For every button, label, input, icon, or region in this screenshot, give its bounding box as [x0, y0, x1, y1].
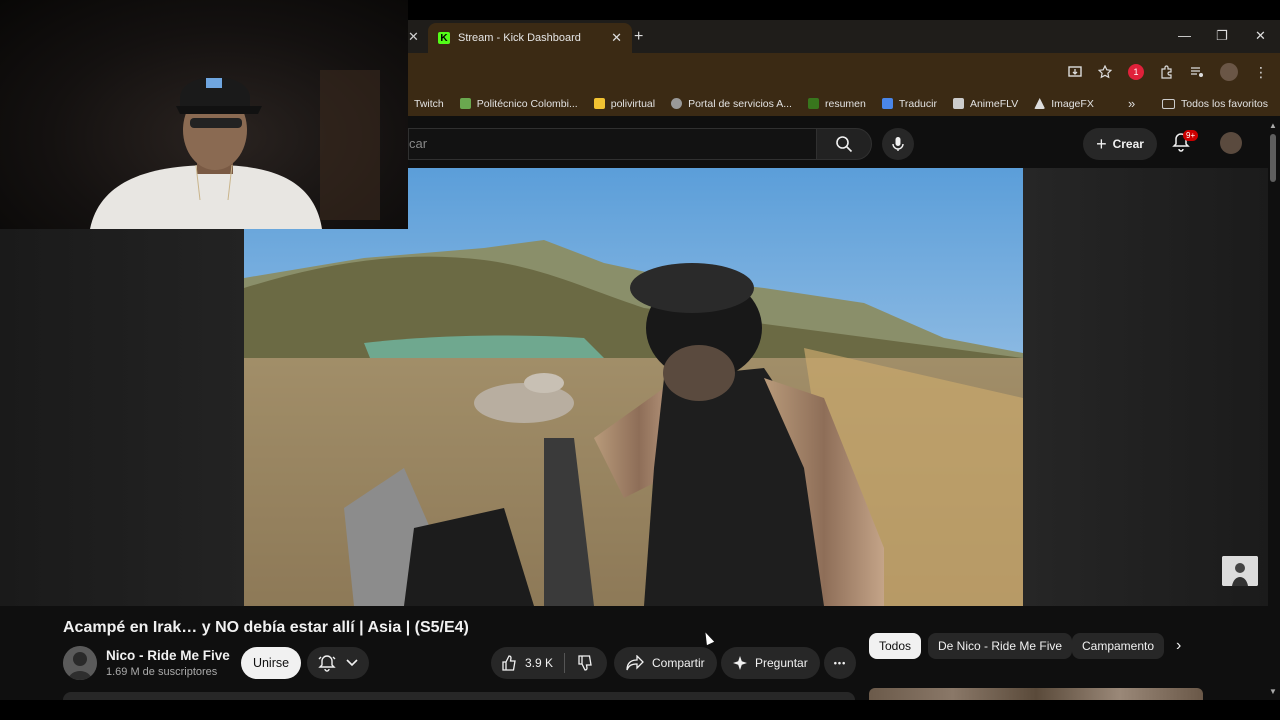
extensions-puzzle-icon[interactable]	[1160, 65, 1174, 79]
right-ambient-area	[1023, 168, 1268, 606]
search-input[interactable]: car	[408, 128, 816, 160]
extension-badge-icon[interactable]: 1	[1128, 64, 1144, 80]
video-player[interactable]	[244, 168, 1023, 606]
channel-name[interactable]: Nico - Ride Me Five	[106, 648, 230, 663]
search-button[interactable]	[816, 128, 872, 160]
video-title: Acampé en Irak… y NO debía estar allí | …	[63, 619, 469, 636]
bookmark-politecnico[interactable]: Politécnico Colombi...	[459, 98, 578, 110]
thumbnail-image	[1222, 556, 1258, 586]
mouse-cursor-icon	[701, 630, 715, 646]
prev-tab-close-icon[interactable]: ✕	[408, 20, 422, 53]
toolbar-icons: 1 ⋮	[1068, 63, 1268, 81]
page-scrollbar[interactable]	[1268, 120, 1280, 700]
scroll-down-arrow-icon[interactable]: ▼	[1269, 687, 1277, 696]
share-button[interactable]: Compartir	[614, 647, 717, 679]
ask-button[interactable]: Preguntar	[721, 647, 820, 679]
politecnico-favicon-icon	[459, 98, 471, 109]
chip-todos[interactable]: Todos	[869, 633, 922, 659]
translate-favicon-icon	[881, 98, 893, 109]
restore-button[interactable]: ❐	[1216, 28, 1228, 44]
polivirtual-favicon-icon	[593, 98, 605, 109]
account-avatar[interactable]	[1220, 132, 1242, 154]
bookmarks-bar: Twitch Politécnico Colombi... polivirtua…	[408, 91, 1280, 116]
notification-count-badge: 9+	[1183, 130, 1199, 141]
sparkle-icon	[733, 656, 747, 670]
streamer-webcam-image	[90, 70, 380, 229]
globe-icon	[671, 98, 683, 109]
animeflv-favicon-icon	[952, 98, 964, 109]
subscriber-count: 1.69 M de suscriptores	[106, 666, 218, 678]
tab-title: Stream - Kick Dashboard	[458, 32, 581, 44]
bookmark-polivirtual[interactable]: polivirtual	[593, 98, 655, 110]
menu-kebab-icon[interactable]: ⋮	[1254, 64, 1268, 81]
bookmark-twitch[interactable]: Twitch	[414, 98, 444, 110]
profile-avatar[interactable]	[1220, 63, 1238, 81]
recommended-thumbnail[interactable]	[869, 688, 1203, 700]
address-bar[interactable]: 1 ⋮	[408, 53, 1280, 91]
search-icon	[836, 136, 853, 153]
install-app-icon[interactable]	[1068, 65, 1082, 79]
new-tab-button[interactable]: +	[634, 28, 643, 46]
bottom-black-strip	[0, 700, 1280, 720]
youtube-header: car + Crear 9+	[408, 116, 1280, 168]
chevron-down-icon	[346, 659, 358, 667]
left-ambient-area	[0, 229, 244, 606]
like-button[interactable]: 3.9 K	[491, 653, 565, 673]
like-dislike-bar: 3.9 K	[491, 647, 607, 679]
chip-de-nico[interactable]: De Nico - Ride Me Five	[928, 633, 1073, 659]
scroll-up-arrow-icon[interactable]: ▲	[1269, 121, 1277, 130]
description-box[interactable]	[63, 692, 855, 700]
bookmarks-overflow-icon[interactable]: »	[1128, 96, 1135, 111]
folder-icon	[1162, 98, 1176, 109]
chip-campamento[interactable]: Campamento	[1072, 633, 1164, 659]
thumbs-down-icon	[578, 655, 592, 671]
browser-tab-bar: ✕ K Stream - Kick Dashboard ✕ + — ❐ ✕	[408, 20, 1280, 53]
tab-kick-dashboard[interactable]: K Stream - Kick Dashboard ✕	[428, 23, 632, 53]
like-count: 3.9 K	[525, 656, 554, 670]
scrollbar-thumb[interactable]	[1270, 134, 1276, 182]
channel-avatar-image	[63, 646, 97, 680]
more-actions-button[interactable]: •••	[824, 647, 856, 679]
video-frame-image	[244, 168, 1023, 606]
bookmark-imagefx[interactable]: ImageFX	[1034, 98, 1094, 110]
bookmark-resumen[interactable]: resumen	[807, 98, 866, 110]
voice-search-button[interactable]	[882, 128, 914, 160]
imagefx-favicon-icon	[1034, 98, 1046, 109]
microphone-icon	[892, 137, 904, 151]
all-bookmarks-folder[interactable]: Todos los favoritos	[1162, 98, 1268, 110]
bookmark-animeflv[interactable]: AnimeFLV	[952, 98, 1018, 110]
bell-ring-icon	[318, 655, 336, 672]
bookmark-portal-servicios[interactable]: Portal de servicios A...	[671, 98, 792, 110]
dislike-button[interactable]	[565, 655, 593, 671]
kick-favicon-icon: K	[438, 32, 450, 44]
channel-avatar[interactable]	[63, 646, 97, 680]
join-button[interactable]: Unirse	[241, 647, 301, 679]
close-window-button[interactable]: ✕	[1255, 28, 1266, 44]
tab-close-icon[interactable]: ✕	[611, 30, 622, 46]
chips-next-chevron-icon[interactable]: ›	[1176, 637, 1181, 655]
create-button[interactable]: + Crear	[1083, 128, 1157, 160]
bookmark-traducir[interactable]: Traducir	[881, 98, 937, 110]
bookmark-star-icon[interactable]	[1098, 65, 1112, 79]
subscription-bell-button[interactable]	[307, 647, 369, 679]
resumen-favicon-icon	[807, 98, 819, 109]
media-control-icon[interactable]	[1190, 65, 1204, 79]
share-arrow-icon	[626, 655, 644, 671]
miniplayer-thumbnail[interactable]	[1222, 556, 1258, 586]
webcam-overlay	[0, 0, 408, 229]
minimize-button[interactable]: —	[1178, 28, 1191, 43]
thumbs-up-icon	[502, 655, 516, 671]
plus-icon: +	[1096, 133, 1107, 154]
